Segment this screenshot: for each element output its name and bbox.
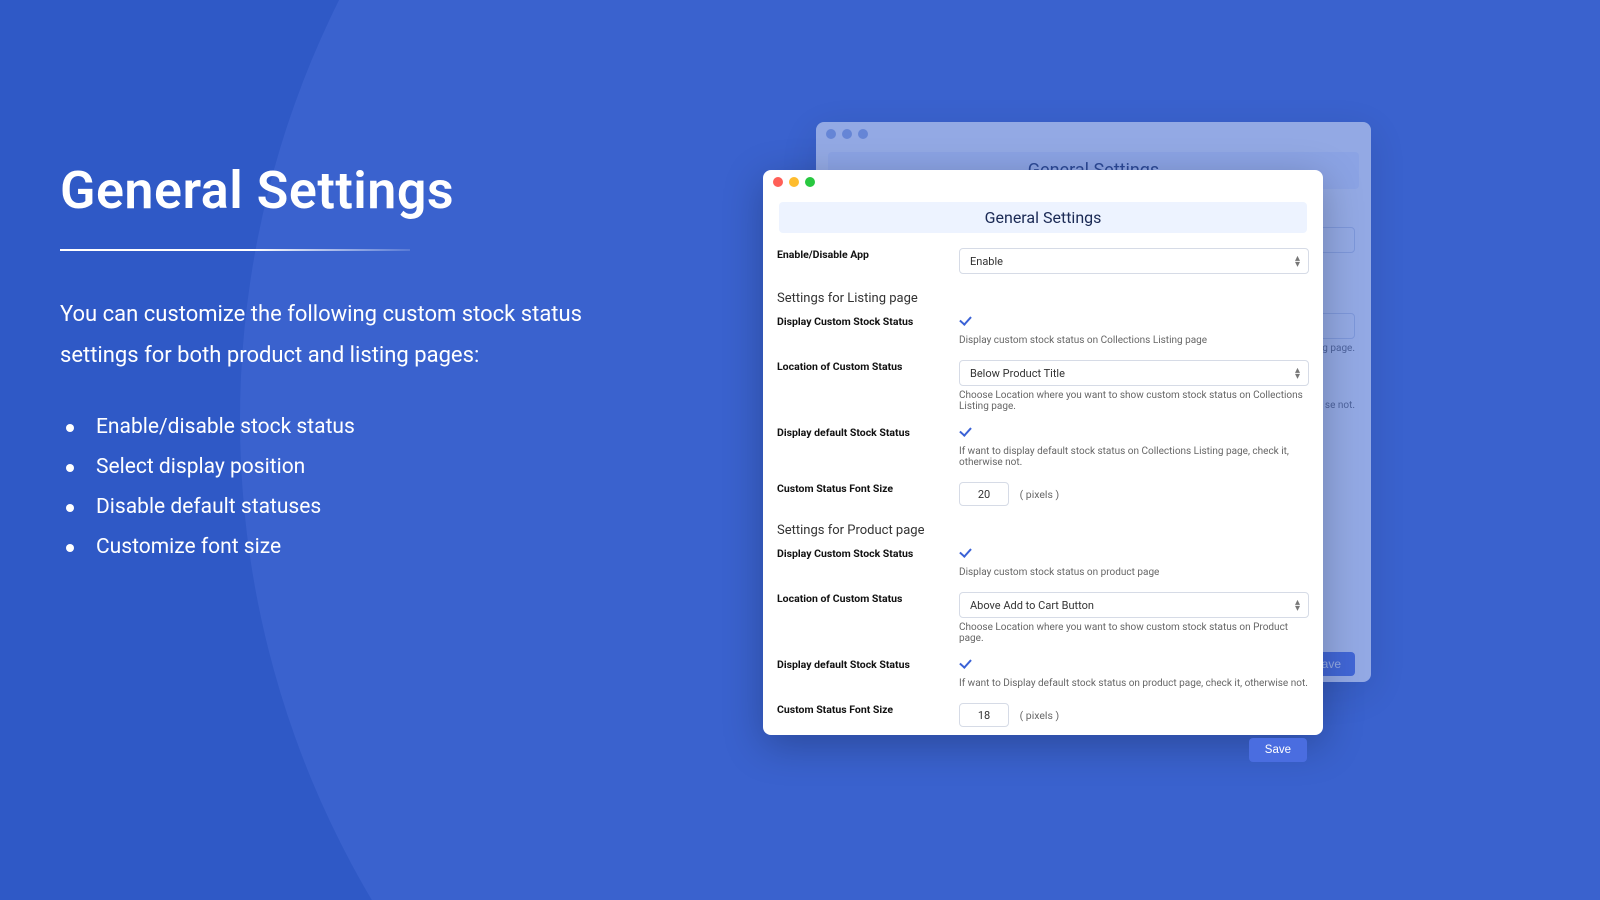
- field-label-default-listing: Display default Stock Status: [777, 426, 959, 468]
- field-label-font-product: Custom Status Font Size: [777, 703, 959, 727]
- panel-title: General Settings: [779, 202, 1307, 233]
- field-label-enable-app: Enable/Disable App: [777, 248, 959, 274]
- window-dot-icon: [826, 129, 836, 139]
- field-help: If want to Display default stock status …: [959, 678, 1309, 689]
- location-listing-select[interactable]: Below Product Title ▴▾: [959, 360, 1309, 386]
- field-help: If want to display default stock status …: [959, 446, 1309, 468]
- chevron-updown-icon: ▴▾: [1295, 600, 1300, 612]
- page-title: General Settings: [60, 160, 620, 221]
- settings-window-front: General Settings Enable/Disable App Enab…: [763, 170, 1323, 735]
- units-label: ( pixels ): [1020, 709, 1060, 722]
- select-value: Above Add to Cart Button: [970, 599, 1094, 612]
- feature-item: Customize font size: [60, 528, 620, 568]
- title-divider: [60, 249, 410, 251]
- window-titlebar: [763, 170, 1323, 194]
- lead-paragraph: You can customize the following custom s…: [60, 295, 620, 376]
- font-size-listing-input[interactable]: 20: [959, 482, 1009, 506]
- field-label-display-listing: Display Custom Stock Status: [777, 315, 959, 346]
- maximize-icon[interactable]: [805, 177, 815, 187]
- section-heading-listing: Settings for Listing page: [777, 281, 1309, 308]
- field-label-location-product: Location of Custom Status: [777, 592, 959, 644]
- field-help: Display custom stock status on product p…: [959, 567, 1309, 578]
- field-label-font-listing: Custom Status Font Size: [777, 482, 959, 506]
- close-icon[interactable]: [773, 177, 783, 187]
- select-value: Below Product Title: [970, 367, 1065, 380]
- field-label-default-product: Display default Stock Status: [777, 658, 959, 689]
- select-value: Enable: [970, 255, 1003, 268]
- field-label-location-listing: Location of Custom Status: [777, 360, 959, 412]
- window-dot-icon: [858, 129, 868, 139]
- field-help: Display custom stock status on Collectio…: [959, 335, 1309, 346]
- feature-item: Disable default statuses: [60, 488, 620, 528]
- window-dot-icon: [842, 129, 852, 139]
- default-listing-checkbox[interactable]: [959, 426, 972, 439]
- field-help: Choose Location where you want to show c…: [959, 390, 1309, 412]
- feature-list: Enable/disable stock status Select displ…: [60, 408, 620, 568]
- field-help: Choose Location where you want to show c…: [959, 622, 1309, 644]
- location-product-select[interactable]: Above Add to Cart Button ▴▾: [959, 592, 1309, 618]
- feature-item: Enable/disable stock status: [60, 408, 620, 448]
- display-product-checkbox[interactable]: [959, 547, 972, 560]
- display-listing-checkbox[interactable]: [959, 315, 972, 328]
- window-titlebar: [816, 122, 1371, 146]
- chevron-updown-icon: ▴▾: [1295, 368, 1300, 380]
- save-button[interactable]: Save: [1249, 738, 1307, 762]
- feature-item: Select display position: [60, 448, 620, 488]
- minimize-icon[interactable]: [789, 177, 799, 187]
- section-heading-product: Settings for Product page: [777, 513, 1309, 540]
- chevron-updown-icon: ▴▾: [1295, 256, 1300, 268]
- marketing-copy: General Settings You can customize the f…: [60, 160, 620, 568]
- promo-stage: General Settings You can customize the f…: [0, 0, 1600, 900]
- field-label-display-product: Display Custom Stock Status: [777, 547, 959, 578]
- font-size-product-input[interactable]: 18: [959, 703, 1009, 727]
- units-label: ( pixels ): [1020, 488, 1060, 501]
- default-product-checkbox[interactable]: [959, 658, 972, 671]
- enable-app-select[interactable]: Enable ▴▾: [959, 248, 1309, 274]
